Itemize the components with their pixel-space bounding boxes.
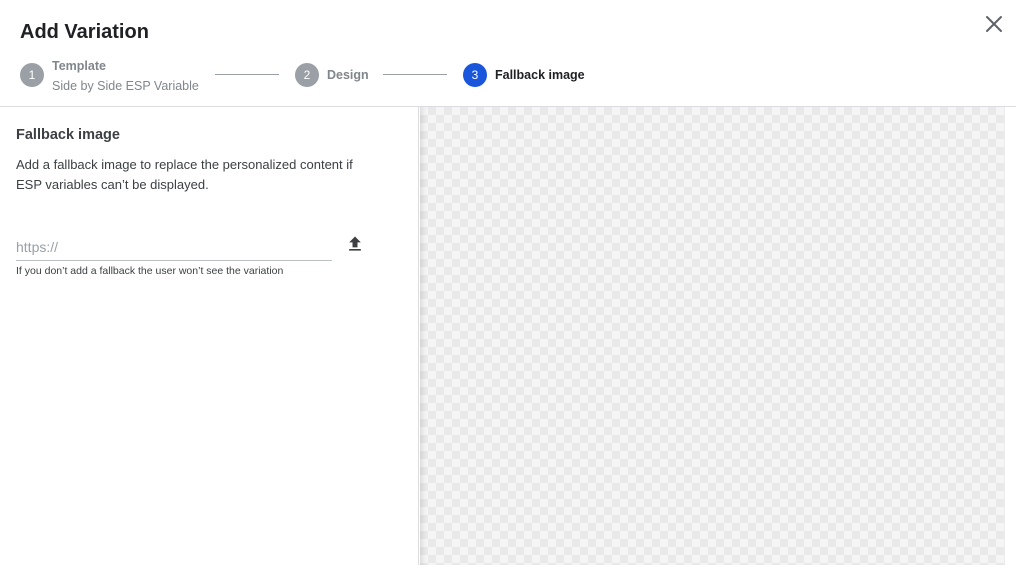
step-label: Design — [327, 68, 369, 82]
section-description: Add a fallback image to replace the pers… — [16, 157, 353, 192]
fallback-url-input[interactable] — [16, 233, 332, 261]
step-number: 2 — [295, 63, 319, 87]
step-connector — [215, 74, 279, 75]
preview-area — [420, 107, 1004, 565]
section-title: Fallback image — [16, 127, 120, 143]
close-icon[interactable] — [982, 12, 1006, 36]
step-fallback-image[interactable]: 3 Fallback image — [463, 63, 585, 87]
step-label: Fallback image — [495, 68, 585, 82]
dialog-header: Add Variation 1 Template Side by Side ES… — [0, 0, 1016, 107]
step-design[interactable]: 2 Design — [295, 63, 369, 87]
step-sublabel: Side by Side ESP Variable — [52, 79, 199, 93]
step-template[interactable]: 1 Template Side by Side ESP Variable — [20, 59, 199, 94]
step-number: 3 — [463, 63, 487, 87]
upload-icon[interactable] — [345, 234, 365, 254]
settings-panel: Fallback image Add a fallback image to r… — [0, 107, 419, 565]
step-number: 1 — [20, 63, 44, 87]
helper-text: If you don’t add a fallback the user won… — [16, 265, 284, 277]
dialog-title: Add Variation — [20, 21, 149, 43]
scrollbar[interactable] — [1004, 107, 1016, 565]
step-connector — [383, 74, 447, 75]
step-label: Template — [52, 59, 106, 73]
